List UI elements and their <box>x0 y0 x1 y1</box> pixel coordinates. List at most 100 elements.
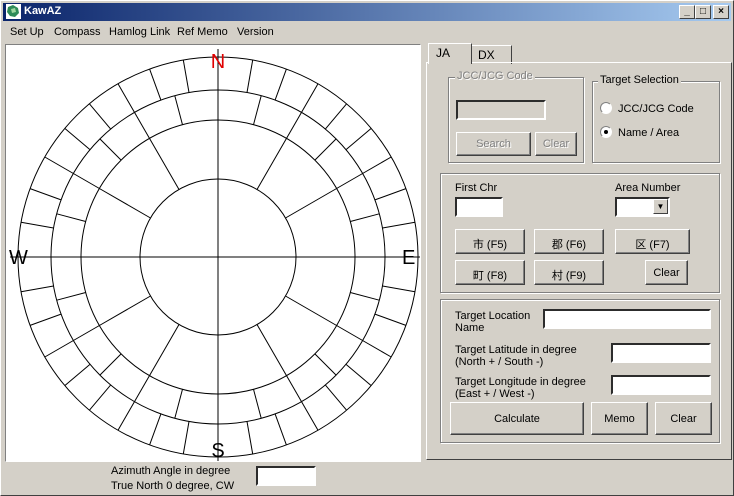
chevron-down-icon[interactable]: ▼ <box>653 199 668 214</box>
location-name-label-line1: Target Location <box>455 310 531 322</box>
compass-tick-outer <box>274 68 287 101</box>
radio-jcc-code[interactable] <box>600 102 612 114</box>
compass-tick-outer <box>29 188 62 201</box>
compass-tick-mid <box>56 292 86 301</box>
area-clear-button[interactable]: Clear <box>645 260 688 285</box>
location-name-field[interactable] <box>543 309 711 329</box>
compass-tick-outer <box>149 68 162 101</box>
machi-f8-button[interactable]: 町 (F8) <box>455 260 525 285</box>
tab-ja[interactable]: JA <box>428 43 472 64</box>
location-name-label-line2: Name <box>455 322 485 334</box>
compass-tick-outer <box>362 340 392 358</box>
compass-spoke <box>149 324 180 376</box>
compass-tick-outer <box>44 340 74 358</box>
area-number-label: Area Number <box>615 182 681 194</box>
compass-tick-outer <box>324 384 347 411</box>
compass-tick-outer <box>182 421 190 455</box>
search-button[interactable]: Search <box>456 132 531 156</box>
compass-tick-outer <box>20 221 54 229</box>
first-chr-label: First Chr <box>455 182 498 194</box>
compass-tick-mid <box>99 138 122 161</box>
target-selection-legend: Target Selection <box>598 74 681 86</box>
jcc-group: JCC/JCG Code Search Clear <box>448 70 584 163</box>
app-icon <box>6 4 21 19</box>
radio-name-area-label[interactable]: Name / Area <box>618 127 679 139</box>
compass-tick-mid <box>350 292 380 301</box>
close-button[interactable]: × <box>713 5 729 19</box>
jcc-code-field[interactable] <box>456 100 546 120</box>
maximize-button[interactable]: □ <box>695 5 711 19</box>
compass-spoke <box>285 188 337 219</box>
compass-tick-outer <box>274 413 287 446</box>
compass-north-label: N <box>211 51 225 73</box>
compass-tick-outer <box>301 401 319 431</box>
menu-hamlog-link[interactable]: Hamlog Link <box>109 26 170 38</box>
menu-setup[interactable]: Set Up <box>10 26 44 38</box>
azimuth-label-line2: True North 0 degree, CW <box>111 480 235 492</box>
compass-tick-mid <box>174 95 183 125</box>
compass-spoke <box>149 138 180 190</box>
compass-rose: N S W E <box>9 49 420 461</box>
title-bar[interactable]: KawAZ _ □ × <box>3 3 731 21</box>
compass-tick-outer <box>149 413 162 446</box>
compass-tick-outer <box>117 83 135 113</box>
compass-tick-outer <box>44 156 74 174</box>
latitude-label-line2: (North + / South -) <box>455 356 544 368</box>
compass-tick-mid <box>174 389 183 419</box>
longitude-label-line1: Target Longitude in degree <box>455 376 586 388</box>
compass-tick-outer <box>374 188 407 201</box>
compass-east-label: E <box>402 247 415 269</box>
shi-f5-button[interactable]: 市 (F5) <box>455 229 525 254</box>
compass-tick-outer <box>29 313 62 326</box>
location-clear-button[interactable]: Clear <box>655 402 712 435</box>
gun-f6-button[interactable]: 郡 (F6) <box>534 229 604 254</box>
compass-tick-mid <box>336 325 363 341</box>
compass-spoke <box>256 324 287 376</box>
compass-tick-outer <box>362 156 392 174</box>
compass-tick-mid <box>253 95 262 125</box>
compass-spoke <box>99 188 151 219</box>
compass-tick-outer <box>246 59 254 93</box>
latitude-field[interactable] <box>611 343 711 363</box>
latitude-label-line1: Target Latitude in degree <box>455 344 577 356</box>
compass-tick-outer <box>64 128 91 151</box>
target-selection-group: Target Selection JCC/JCG Code Name / Are… <box>592 74 720 163</box>
mura-f9-button[interactable]: 村 (F9) <box>534 260 604 285</box>
compass-tick-outer <box>382 221 416 229</box>
ku-f7-button[interactable]: 区 (F7) <box>615 229 690 254</box>
jcc-clear-button[interactable]: Clear <box>535 132 577 156</box>
compass-tick-outer <box>382 285 416 293</box>
azimuth-field[interactable] <box>256 466 316 486</box>
compass-spoke <box>99 295 151 326</box>
compass-tick-outer <box>117 401 135 431</box>
window-title: KawAZ <box>24 5 62 17</box>
main-window: KawAZ _ □ × Set Up Compass Hamlog Link R… <box>0 0 734 496</box>
minimize-button[interactable]: _ <box>679 5 695 19</box>
radio-name-area[interactable] <box>600 126 612 138</box>
longitude-field[interactable] <box>611 375 711 395</box>
azimuth-label-line1: Azimuth Angle in degree <box>111 465 231 477</box>
memo-button[interactable]: Memo <box>591 402 648 435</box>
compass-tick-outer <box>89 103 112 130</box>
compass-tick-mid <box>134 375 150 402</box>
menu-compass[interactable]: Compass <box>54 26 100 38</box>
compass-tick-outer <box>301 83 319 113</box>
compass-south-label: S <box>211 440 224 461</box>
menu-version[interactable]: Version <box>237 26 274 38</box>
first-chr-field[interactable] <box>455 197 503 217</box>
compass-panel[interactable]: N S W E <box>5 44 421 462</box>
jcc-legend: JCC/JCG Code <box>455 70 535 82</box>
compass-tick-mid <box>56 213 86 222</box>
area-group: First Chr Area Number ▼ 市 (F5) 郡 (F6) 区 … <box>440 173 720 293</box>
compass-tick-outer <box>246 421 254 455</box>
compass-tick-mid <box>314 138 337 161</box>
area-number-select[interactable]: ▼ <box>615 197 670 217</box>
compass-tick-outer <box>89 384 112 411</box>
compass-tick-mid <box>134 112 150 139</box>
ja-tab-panel: JCC/JCG Code Search Clear Target Selecti… <box>426 62 732 460</box>
compass-tick-mid <box>99 353 122 376</box>
radio-jcc-code-label[interactable]: JCC/JCG Code <box>618 103 694 115</box>
menu-ref-memo[interactable]: Ref Memo <box>177 26 228 38</box>
compass-west-label: W <box>9 247 28 269</box>
calculate-button[interactable]: Calculate <box>450 402 584 435</box>
